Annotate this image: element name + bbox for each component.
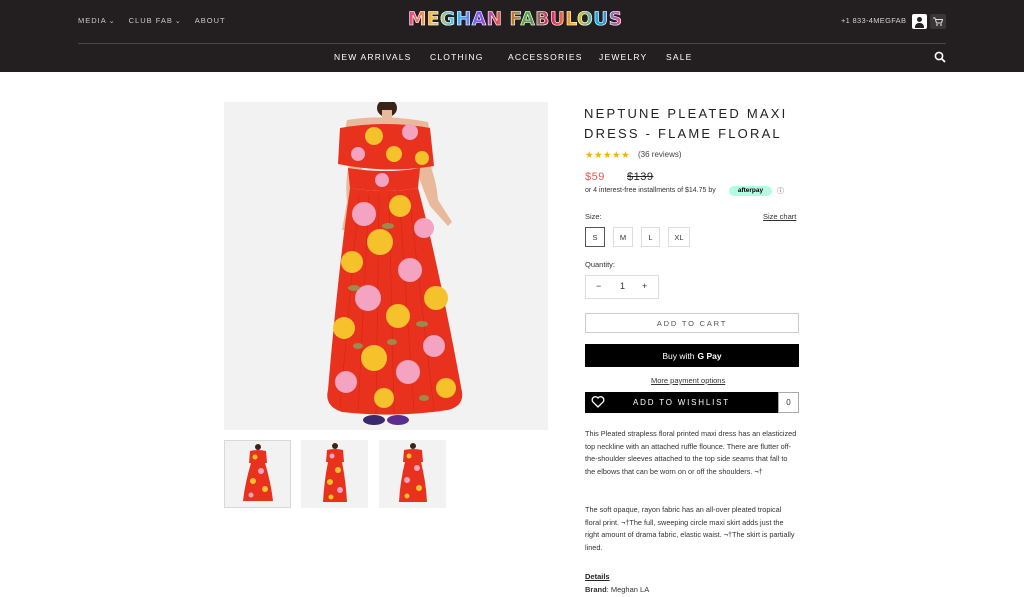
nav-new-arrivals[interactable]: NEW ARRIVALS bbox=[334, 52, 412, 62]
club-fab-menu[interactable]: CLUB FAB ⌄ bbox=[129, 16, 182, 25]
info-icon[interactable]: ⓘ bbox=[777, 186, 784, 196]
thumbnail-dress-image bbox=[323, 443, 347, 502]
quantity-plus-button[interactable]: + bbox=[642, 281, 647, 291]
brand-value: : Meghan LA bbox=[606, 585, 650, 594]
media-label: MEDIA bbox=[78, 16, 107, 25]
product-title: NEPTUNE PLEATED MAXI DRESS - FLAME FLORA… bbox=[584, 106, 788, 141]
quantity-stepper: − 1 + bbox=[585, 275, 659, 299]
add-to-cart-button[interactable]: ADD TO CART bbox=[585, 313, 799, 333]
size-option-xl[interactable]: XL bbox=[668, 227, 690, 247]
about-link[interactable]: ABOUT bbox=[195, 16, 226, 25]
wishlist-count: 0 bbox=[778, 392, 799, 413]
thumbnail-2[interactable] bbox=[301, 440, 368, 508]
club-fab-label: CLUB FAB bbox=[128, 16, 173, 25]
afterpay-badge[interactable]: afterpay bbox=[729, 186, 772, 196]
chevron-down-icon: ⌄ bbox=[108, 17, 116, 25]
thumbnail-dress-image bbox=[399, 443, 427, 502]
sale-price: $59 bbox=[585, 171, 605, 183]
buy-with-label: Buy with bbox=[662, 350, 695, 361]
review-count[interactable]: (36 reviews) bbox=[638, 150, 682, 159]
cart-icon[interactable] bbox=[930, 14, 946, 29]
compare-price: $139 bbox=[627, 171, 654, 183]
nav-sale[interactable]: SALE bbox=[666, 52, 693, 62]
nav-accessories[interactable]: ACCESSORIES bbox=[508, 52, 583, 62]
add-to-wishlist-button[interactable]: ADD TO WISHLIST bbox=[585, 392, 778, 413]
header-divider bbox=[78, 43, 946, 44]
description-paragraph-2: The soft opaque, rayon fabric has an all… bbox=[585, 505, 795, 552]
details-heading: Details bbox=[585, 572, 610, 581]
buy-with-gpay-button[interactable]: Buy with G Pay bbox=[585, 344, 799, 367]
phone-number[interactable]: +1 833-4MEGFAB bbox=[841, 16, 906, 25]
size-chart-link[interactable]: Size chart bbox=[763, 212, 796, 221]
wishlist-label: ADD TO WISHLIST bbox=[633, 398, 730, 407]
brand-line: Brand: Meghan LA bbox=[585, 585, 649, 594]
site-header: MEDIA ⌄ CLUB FAB ⌄ ABOUT MEGHAN FABULOUS +… bbox=[0, 0, 1024, 72]
quantity-minus-button[interactable]: − bbox=[596, 281, 601, 291]
heart-icon bbox=[591, 396, 605, 408]
thumbnail-3[interactable] bbox=[379, 440, 446, 508]
chevron-down-icon: ⌄ bbox=[174, 17, 182, 25]
gpay-logo: G Pay bbox=[697, 350, 722, 361]
description-paragraph-1: This Pleated strapless floral printed ma… bbox=[585, 429, 797, 476]
size-label: Size: bbox=[585, 212, 602, 221]
nav-jewelry[interactable]: JEWELRY bbox=[599, 52, 647, 62]
product-main-image[interactable] bbox=[224, 102, 548, 430]
logo[interactable]: MEGHAN FABULOUS bbox=[408, 9, 623, 31]
size-option-l[interactable]: L bbox=[641, 227, 660, 247]
thumbnail-dress-image bbox=[243, 444, 273, 501]
quantity-value[interactable]: 1 bbox=[620, 281, 625, 291]
more-payment-options-link[interactable]: More payment options bbox=[651, 376, 725, 385]
dress-photo bbox=[327, 102, 463, 425]
size-option-s[interactable]: S bbox=[585, 227, 605, 247]
size-option-m[interactable]: M bbox=[613, 227, 633, 247]
search-icon[interactable] bbox=[934, 51, 946, 63]
thumbnail-1[interactable] bbox=[224, 440, 291, 508]
brand-label: Brand bbox=[585, 585, 607, 594]
rating-stars[interactable]: ★★★★★ bbox=[585, 150, 630, 161]
quantity-label: Quantity: bbox=[585, 260, 616, 269]
cart-glyph bbox=[933, 17, 943, 26]
installments-text: or 4 interest-free installments of $14.7… bbox=[585, 187, 716, 194]
media-menu[interactable]: MEDIA ⌄ bbox=[78, 16, 116, 25]
account-icon[interactable] bbox=[912, 14, 927, 29]
nav-clothing[interactable]: CLOTHING bbox=[430, 52, 484, 62]
top-links: MEDIA ⌄ CLUB FAB ⌄ ABOUT bbox=[78, 16, 226, 25]
